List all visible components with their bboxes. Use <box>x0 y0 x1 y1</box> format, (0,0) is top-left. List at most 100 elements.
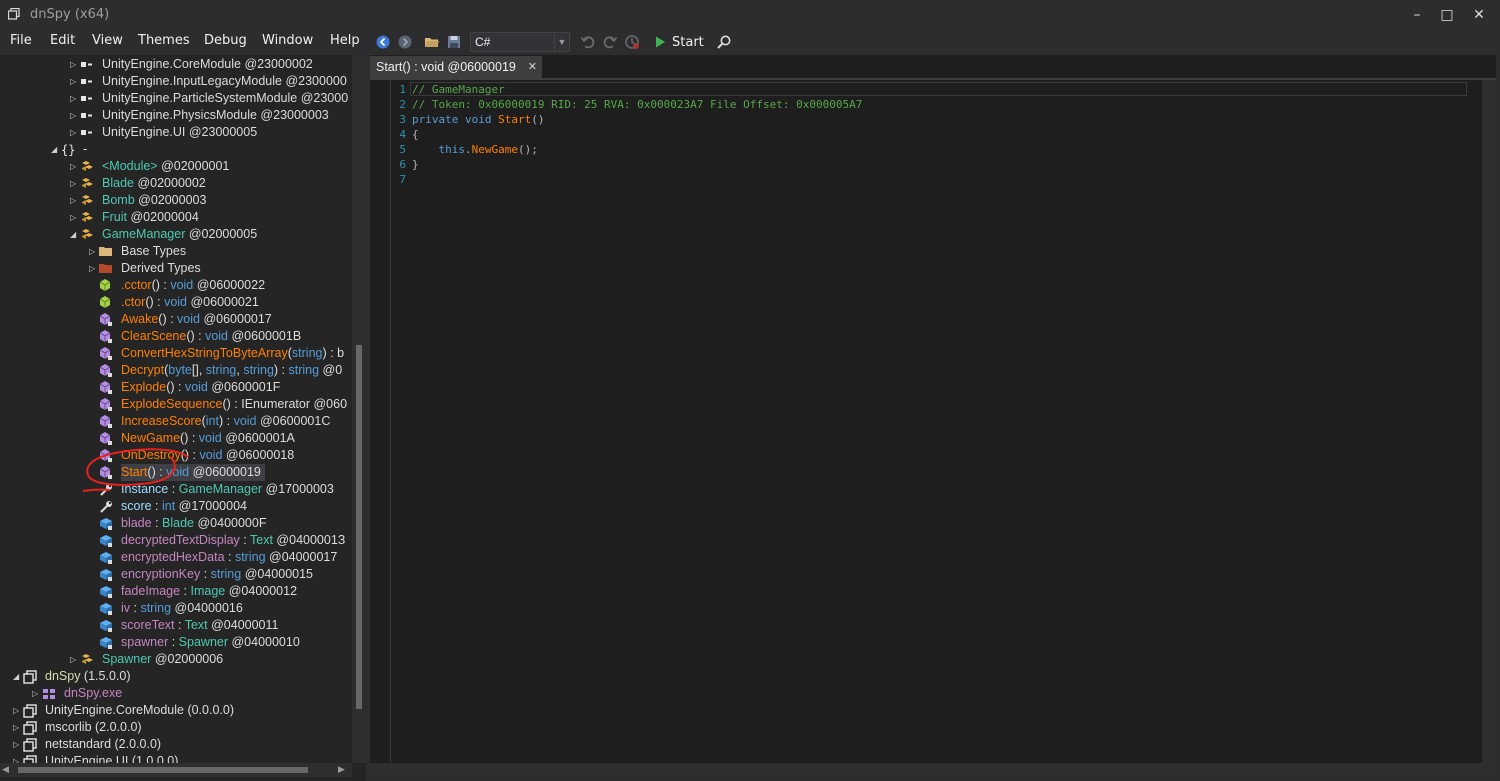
menu-window[interactable]: Window <box>262 33 313 48</box>
tree-row[interactable]: iv : string @04000016 <box>0 600 352 617</box>
expand-arrow-icon[interactable]: ▷ <box>70 90 79 107</box>
tree-row[interactable]: .ctor() : void @06000021 <box>0 294 352 311</box>
code-line[interactable]: { <box>412 127 419 142</box>
tree-row[interactable]: ▷ UnityEngine.CoreModule (0.0.0.0) <box>0 702 352 719</box>
save-icon[interactable] <box>446 34 462 50</box>
menu-file[interactable]: File <box>10 33 32 48</box>
menu-view[interactable]: View <box>92 33 123 48</box>
label-part: IncreaseScore <box>121 414 202 428</box>
tree-row[interactable]: ▷ Bomb @02000003 <box>0 192 352 209</box>
tree-row[interactable]: ▷ UnityEngine.ParticleSystemModule @23000 <box>0 90 352 107</box>
expand-arrow-icon[interactable]: ▷ <box>13 719 22 736</box>
tree-item-label: ConvertHexStringToByteArray(string) : b <box>121 345 344 362</box>
tree-item-label: netstandard (2.0.0.0) <box>45 736 161 753</box>
expand-arrow-icon[interactable]: ▷ <box>70 107 79 124</box>
start-icon[interactable] <box>652 34 668 50</box>
expand-arrow-icon[interactable]: ▷ <box>70 651 79 668</box>
tree-row[interactable]: ExplodeSequence() : IEnumerator @060 <box>0 396 352 413</box>
tree-row[interactable]: scoreText : Text @04000011 <box>0 617 352 634</box>
start-button[interactable]: Start <box>672 35 704 50</box>
menu-edit[interactable]: Edit <box>50 33 75 48</box>
tab-start-method[interactable]: Start() : void @06000019 ✕ <box>370 56 542 78</box>
tree-row[interactable]: .cctor() : void @06000022 <box>0 277 352 294</box>
menu-help[interactable]: Help <box>330 33 360 48</box>
language-select[interactable]: C# ▼ <box>470 32 570 52</box>
close-icon[interactable]: ✕ <box>528 56 537 78</box>
tree-row[interactable]: ▷ UnityEngine.PhysicsModule @23000003 <box>0 107 352 124</box>
collapse-arrow-icon[interactable]: ◢ <box>51 141 60 158</box>
tree-row[interactable]: blade : Blade @0400000F <box>0 515 352 532</box>
tree-row[interactable]: ▷ UnityEngine.InputLegacyModule @2300000 <box>0 73 352 90</box>
tree-row[interactable]: encryptedHexData : string @04000017 <box>0 549 352 566</box>
expand-arrow-icon[interactable]: ▷ <box>70 158 79 175</box>
tree-row[interactable]: Explode() : void @0600001F <box>0 379 352 396</box>
back-icon[interactable] <box>375 34 391 50</box>
tree-row[interactable]: Awake() : void @06000017 <box>0 311 352 328</box>
tree-row[interactable]: ▷ dnSpy.exe <box>0 685 352 702</box>
expand-arrow-icon[interactable]: ▷ <box>32 685 41 702</box>
tree-row[interactable]: ClearScene() : void @0600001B <box>0 328 352 345</box>
scroll-left-icon[interactable]: ◀ <box>2 763 9 777</box>
property-icon <box>99 498 113 515</box>
code-line[interactable]: // GameManager <box>412 82 505 97</box>
tree-vertical-scroll-thumb[interactable] <box>356 345 362 709</box>
forward-icon[interactable] <box>397 34 413 50</box>
expand-arrow-icon[interactable]: ▷ <box>13 736 22 753</box>
search-icon[interactable] <box>716 34 732 50</box>
redo-icon[interactable] <box>602 34 618 50</box>
label-part: @02000004 <box>127 210 199 224</box>
collapse-arrow-icon[interactable]: ◢ <box>70 226 79 243</box>
code-line[interactable]: this.NewGame(); <box>412 142 538 157</box>
tree-row[interactable]: ▷ Derived Types <box>0 260 352 277</box>
tree-row[interactable]: fadeImage : Image @04000012 <box>0 583 352 600</box>
tree-row[interactable]: ▷ netstandard (2.0.0.0) <box>0 736 352 753</box>
expand-arrow-icon[interactable]: ▷ <box>70 56 79 73</box>
expand-arrow-icon[interactable]: ▷ <box>70 192 79 209</box>
tree-row[interactable]: ▷ Spawner @02000006 <box>0 651 352 668</box>
expand-arrow-icon[interactable]: ▷ <box>70 124 79 141</box>
tree-row[interactable]: ▷ Blade @02000002 <box>0 175 352 192</box>
undo-icon[interactable] <box>580 34 596 50</box>
tree-row[interactable]: ▷ UnityEngine.UI @23000005 <box>0 124 352 141</box>
tree-row[interactable]: IncreaseScore(int) : void @0600001C <box>0 413 352 430</box>
tree-row[interactable]: ▷ mscorlib (2.0.0.0) <box>0 719 352 736</box>
close-button[interactable]: ✕ <box>1464 0 1494 30</box>
scroll-right-icon[interactable]: ▶ <box>338 763 345 777</box>
code-line[interactable]: // Token: 0x06000019 RID: 25 RVA: 0x0000… <box>412 97 862 112</box>
maximize-button[interactable]: □ <box>1432 0 1462 30</box>
break-icon[interactable] <box>624 34 640 50</box>
editor-horizontal-scrollbar[interactable] <box>370 763 1482 777</box>
code-area[interactable] <box>390 80 1483 777</box>
tree-row[interactable]: ConvertHexStringToByteArray(string) : b <box>0 345 352 362</box>
tree-row[interactable]: ▷ <Module> @02000001 <box>0 158 352 175</box>
tree-row[interactable]: spawner : Spawner @04000010 <box>0 634 352 651</box>
expand-arrow-icon[interactable]: ▷ <box>89 260 98 277</box>
expand-arrow-icon[interactable]: ▷ <box>89 243 98 260</box>
menu-themes[interactable]: Themes <box>138 33 190 48</box>
tree-row[interactable]: ◢ GameManager @02000005 <box>0 226 352 243</box>
editor-vertical-scrollbar[interactable] <box>1482 80 1496 777</box>
tree-item-label: score : int @17000004 <box>121 498 247 515</box>
code-line[interactable]: private void Start() <box>412 112 544 127</box>
menu-debug[interactable]: Debug <box>204 33 247 48</box>
tree-row[interactable]: score : int @17000004 <box>0 498 352 515</box>
tree-horizontal-scroll-thumb[interactable] <box>18 767 308 773</box>
tree-row[interactable]: ◢ dnSpy (1.5.0.0) <box>0 668 352 685</box>
expand-arrow-icon[interactable]: ▷ <box>13 702 22 719</box>
tree-row[interactable]: ▷ UnityEngine.CoreModule @23000002 <box>0 56 352 73</box>
expand-arrow-icon[interactable]: ▷ <box>70 175 79 192</box>
expand-arrow-icon[interactable]: ▷ <box>70 73 79 90</box>
label-part: @04000012 <box>225 584 298 598</box>
label-part: @06000019 <box>189 465 261 479</box>
minimize-button[interactable]: – <box>1402 0 1432 30</box>
collapse-arrow-icon[interactable]: ◢ <box>13 668 22 685</box>
tree-row[interactable]: ▷ Base Types <box>0 243 352 260</box>
tree-row[interactable]: Decrypt(byte[], string, string) : string… <box>0 362 352 379</box>
expand-arrow-icon[interactable]: ▷ <box>70 209 79 226</box>
tree-row[interactable]: encryptionKey : string @04000015 <box>0 566 352 583</box>
code-line[interactable]: } <box>412 157 419 172</box>
tree-row[interactable]: ◢{} - <box>0 141 352 158</box>
tree-row[interactable]: ▷ Fruit @02000004 <box>0 209 352 226</box>
open-icon[interactable] <box>424 34 440 50</box>
tree-row[interactable]: decryptedTextDisplay : Text @0400001З <box>0 532 352 549</box>
